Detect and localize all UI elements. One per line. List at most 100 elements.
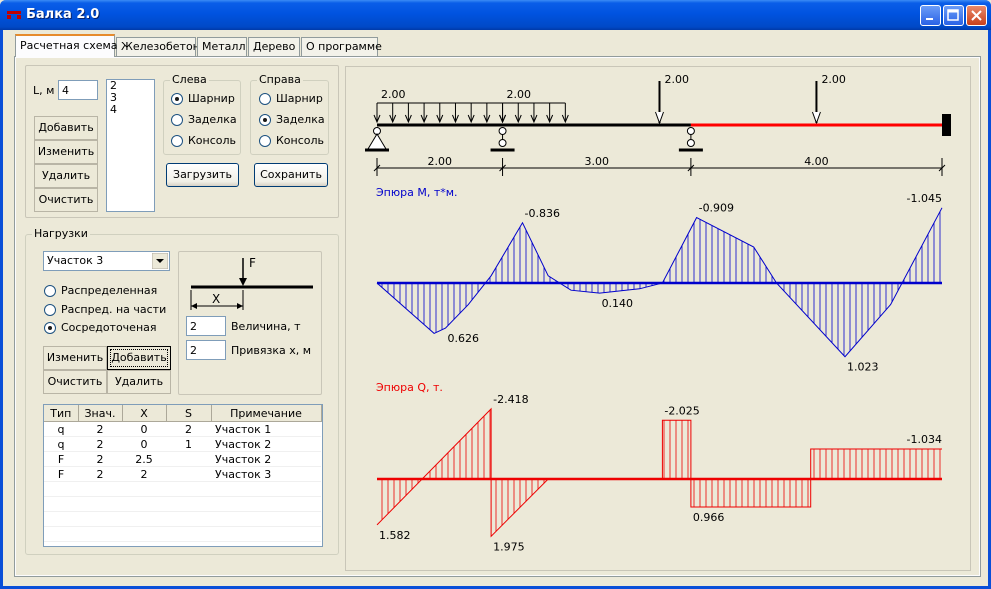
edit-segment-button[interactable]: Изменить	[34, 140, 98, 164]
add-segment-button[interactable]: Добавить	[34, 116, 98, 140]
tab-calc-scheme[interactable]: Расчетная схема	[15, 34, 118, 57]
load-type-point-label: Сосредоточеная	[61, 321, 157, 334]
chevron-down-icon	[152, 253, 168, 269]
right-hinge-label: Шарнир	[276, 92, 323, 105]
loads-table[interactable]: Тип Знач. X S Примечание q 2 0 2 Участок…	[43, 404, 323, 547]
close-icon	[971, 10, 982, 21]
table-row[interactable]: q 2 0 2 Участок 1	[44, 421, 321, 437]
segments-list[interactable]: 2 3 4	[106, 79, 155, 212]
right-fixed-label: Заделка	[276, 113, 325, 126]
point-load-label: 2.00	[821, 73, 846, 86]
table-row[interactable]: q 2 0 1 Участок 2	[44, 436, 321, 452]
app-window: Балка 2.0 Расчетная схема Железобетон Ме…	[0, 0, 991, 589]
beam-app-icon	[7, 11, 21, 19]
distributed-load-label: 2.00	[381, 88, 406, 101]
title-bar[interactable]: Балка 2.0	[0, 0, 991, 30]
left-fixed-label: Заделка	[188, 113, 237, 126]
point-load-label: 2.00	[665, 73, 690, 86]
length-input[interactable]	[58, 80, 98, 100]
moment-value-label: 0.626	[447, 332, 479, 345]
left-support-title: Слева	[170, 73, 209, 86]
close-button[interactable]	[966, 5, 987, 26]
moment-value-label: 1.023	[847, 361, 879, 374]
delete-segment-button[interactable]: Удалить	[34, 164, 98, 188]
shear-diagram-curve	[376, 407, 942, 538]
minimize-icon	[926, 18, 933, 20]
shear-value-label: 1.975	[493, 540, 525, 553]
right-support-title: Справа	[257, 73, 303, 86]
load-type-partial-radio[interactable]	[44, 304, 56, 316]
point-load-arrowhead	[811, 111, 821, 125]
shear-diagram-title: Эпюра Q, т.	[376, 381, 443, 394]
support-hinge-top	[498, 127, 507, 135]
shear-value-label: 0.966	[693, 511, 725, 524]
right-cantilever-radio[interactable]	[259, 135, 271, 147]
load-button[interactable]: Загрузить	[166, 163, 239, 187]
right-hinge-radio[interactable]	[259, 93, 271, 105]
shear-value-label: 1.582	[379, 529, 411, 542]
maximize-icon	[947, 9, 959, 21]
shear-value-label: -1.034	[907, 433, 942, 446]
moment-diagram-title: Эпюра M, т*м.	[376, 186, 458, 199]
add-load-button[interactable]: Добавить	[107, 346, 171, 370]
magnitude-label: Величина, т	[231, 320, 301, 333]
tab-metal[interactable]: Металл	[197, 37, 247, 56]
table-header-row: Тип Знач. X S Примечание	[44, 405, 322, 422]
support-hinge-bottom	[686, 139, 695, 147]
tab-about[interactable]: О программе	[301, 37, 382, 56]
offset-label: Привязка x, м	[231, 344, 312, 357]
span-length-label: 2.00	[428, 155, 453, 168]
distributed-load-label: 2.00	[507, 88, 532, 101]
table-row[interactable]: F 2 2.5 Участок 2	[44, 451, 321, 467]
load-type-point-radio[interactable]	[44, 322, 56, 334]
loads-title: Нагрузки	[32, 227, 90, 240]
column-header[interactable]: X	[122, 405, 167, 422]
load-type-distributed-label: Распределенная	[61, 284, 158, 297]
span-length-label: 4.00	[804, 155, 829, 168]
segment-item[interactable]: 4	[107, 104, 154, 116]
left-cantilever-radio[interactable]	[171, 135, 183, 147]
column-header[interactable]: S	[166, 405, 212, 422]
moment-value-label: -0.909	[699, 202, 734, 215]
length-label: L, м	[33, 84, 55, 97]
edit-load-button[interactable]: Изменить	[43, 346, 107, 370]
minimize-button[interactable]	[920, 5, 941, 26]
load-type-partial-label: Распред. на части	[61, 303, 167, 316]
tab-concrete[interactable]: Железобетон	[116, 37, 200, 56]
point-load-arrowhead	[655, 111, 664, 125]
maximize-button[interactable]	[943, 5, 964, 26]
save-button[interactable]: Сохранить	[254, 163, 328, 187]
beam-diagram-panel: 2.00 2.00 2.00 2.00 2.00 3.00 4.00 Эпюра M, т*м…	[345, 66, 971, 571]
span-length-label: 3.00	[584, 155, 609, 168]
column-header[interactable]: Знач.	[78, 405, 123, 422]
load-type-distributed-radio[interactable]	[44, 285, 56, 297]
force-label: F	[249, 256, 256, 270]
delete-load-button[interactable]: Удалить	[107, 370, 171, 394]
support-fixed-hinge	[367, 133, 387, 150]
moment-value-label: -0.836	[525, 207, 560, 220]
left-hinge-radio[interactable]	[171, 93, 183, 105]
column-header[interactable]: Тип	[44, 405, 79, 422]
left-fixed-radio[interactable]	[171, 114, 183, 126]
shear-value-label: -2.025	[664, 404, 699, 417]
magnitude-input[interactable]	[186, 316, 226, 336]
right-cantilever-label: Консоль	[276, 134, 325, 147]
moment-value-label: -1.045	[907, 192, 942, 205]
clear-segments-button[interactable]: Очистить	[34, 188, 98, 212]
x-label: X	[212, 292, 221, 306]
support-hinge-top	[686, 127, 695, 135]
calc-scheme-content: L, м 2 3 4 Добавить Изменить Удалить Очи…	[16, 58, 979, 575]
support-hinge-bottom	[498, 139, 507, 147]
right-fixed-radio[interactable]	[259, 114, 271, 126]
left-cantilever-label: Консоль	[188, 134, 237, 147]
clear-loads-button[interactable]: Очистить	[43, 370, 107, 394]
left-hinge-label: Шарнир	[188, 92, 235, 105]
table-row[interactable]: F 2 2 Участок 3	[44, 466, 321, 482]
shear-value-label: -2.418	[493, 393, 528, 406]
tab-wood[interactable]: Дерево	[248, 37, 300, 56]
beam-diagrams: 2.00 2.00 2.00 2.00 2.00 3.00 4.00 Эпюра M, т*м…	[365, 73, 951, 553]
column-header[interactable]: Примечание	[211, 405, 322, 422]
offset-input[interactable]	[186, 340, 226, 360]
window-title: Балка 2.0	[26, 7, 100, 22]
segment-select[interactable]: Участок 3	[43, 251, 170, 271]
